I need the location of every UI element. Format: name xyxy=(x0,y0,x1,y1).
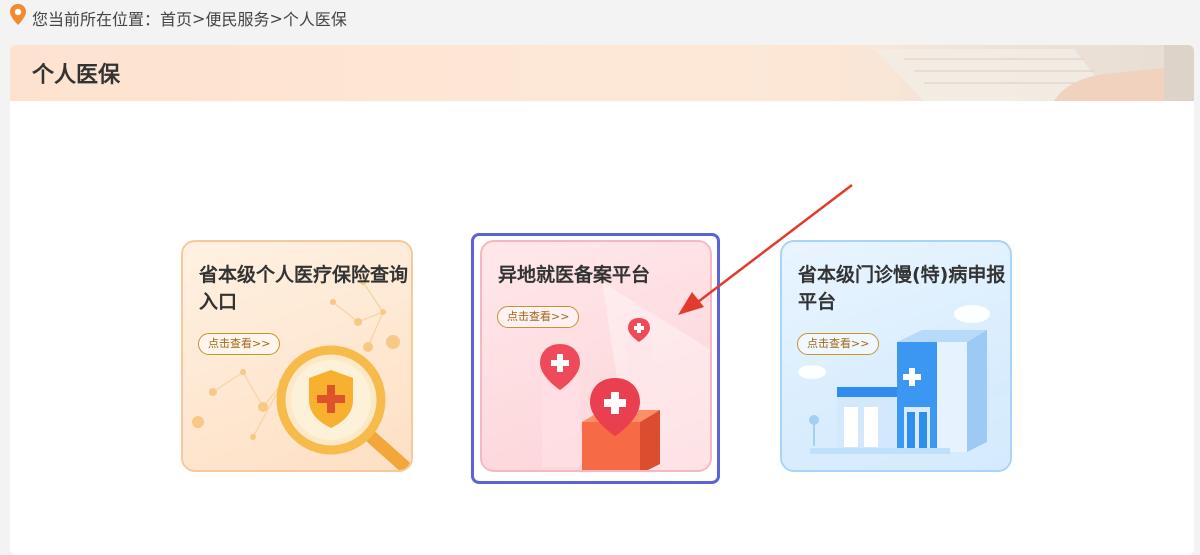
card-personal-insurance-query[interactable]: 省本级个人医疗保险查询入口 点击查看>> xyxy=(181,240,413,472)
view-button[interactable]: 点击查看>> xyxy=(198,333,281,355)
breadcrumb-prefix: 您当前所在位置： xyxy=(32,10,161,29)
annotation-arrow-icon xyxy=(678,184,853,315)
breadcrumb-link-services[interactable]: 便民服务 xyxy=(205,6,269,30)
breadcrumb-separator: > xyxy=(269,8,283,28)
breadcrumb-current: 个人医保 xyxy=(282,10,347,29)
view-button[interactable]: 点击查看>> xyxy=(797,333,880,355)
view-button[interactable]: 点击查看>> xyxy=(497,306,580,328)
breadcrumb-separator: > xyxy=(192,8,206,28)
panel-header: 个人医保 xyxy=(10,45,1194,101)
header-decoration-image xyxy=(814,45,1194,101)
breadcrumb: 您当前所在位置： 首页 > 便民服务 > 个人医保 xyxy=(0,0,1200,36)
location-pin-icon xyxy=(10,4,26,25)
card-title: 省本级个人医疗保险查询入口 xyxy=(199,264,409,313)
page-title: 个人医保 xyxy=(32,63,121,88)
breadcrumb-link-home[interactable]: 首页 xyxy=(160,6,192,30)
